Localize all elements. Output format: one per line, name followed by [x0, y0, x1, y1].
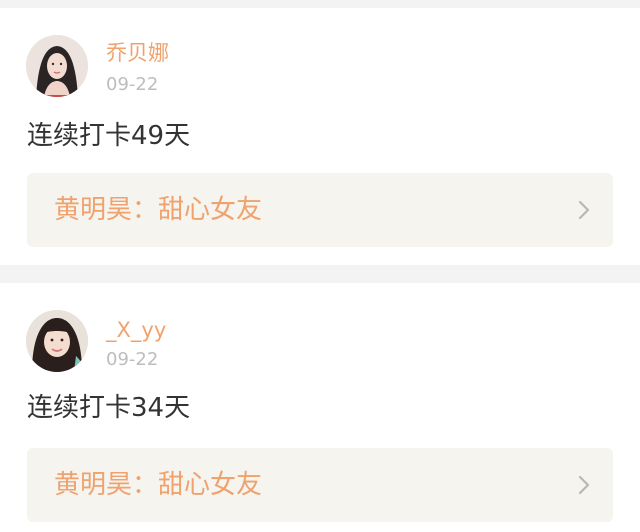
- post-date: 09-22: [106, 74, 159, 95]
- song-link[interactable]: 黄明昊：甜心女友: [27, 448, 613, 522]
- avatar-image: [26, 310, 88, 372]
- song-title: 黄明昊：甜心女友: [54, 470, 263, 500]
- post-date: 09-22: [106, 349, 159, 370]
- feed-list: 乔贝娜 09-22 连续打卡49天 黄明昊：甜心女友 _X_yy 09-22 连…: [0, 0, 640, 532]
- post-text: 连续打卡49天: [27, 121, 191, 151]
- avatar[interactable]: [26, 35, 88, 97]
- post-card: _X_yy 09-22 连续打卡34天 黄明昊：甜心女友: [0, 283, 640, 532]
- chevron-right-icon: [577, 474, 591, 496]
- username[interactable]: _X_yy: [106, 317, 166, 343]
- post-text: 连续打卡34天: [27, 393, 191, 423]
- song-link[interactable]: 黄明昊：甜心女友: [27, 173, 613, 247]
- avatar-image: [26, 35, 88, 97]
- username[interactable]: 乔贝娜: [106, 40, 169, 66]
- chevron-right-icon: [577, 199, 591, 221]
- song-title: 黄明昊：甜心女友: [54, 195, 263, 225]
- post-card: 乔贝娜 09-22 连续打卡49天 黄明昊：甜心女友: [0, 8, 640, 265]
- avatar[interactable]: [26, 310, 88, 372]
